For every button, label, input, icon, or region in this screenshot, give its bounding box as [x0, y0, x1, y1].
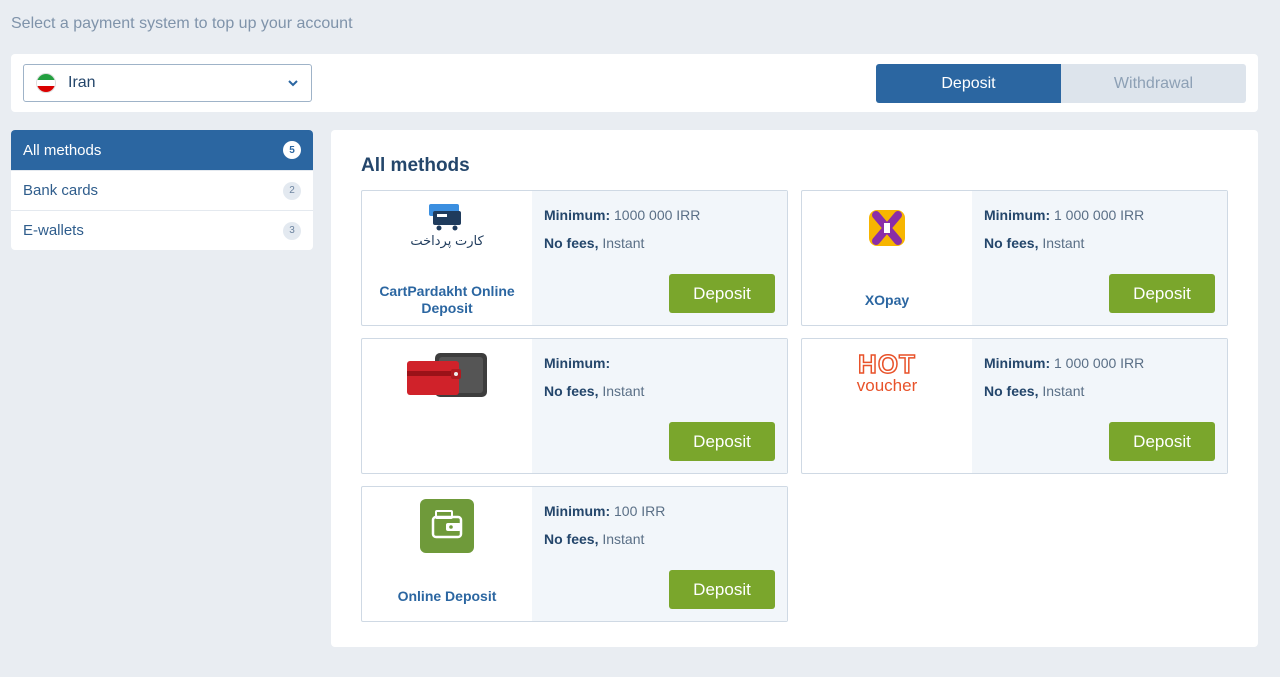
cartpardakht-logo-text: کارت پرداخت [410, 233, 484, 248]
minimum-value: 1000 000 IRR [610, 207, 701, 223]
sidebar-item-bank-cards[interactable]: Bank cards 2 [11, 170, 313, 210]
sidebar-item-e-wallets[interactable]: E-wallets 3 [11, 210, 313, 250]
payment-card-hot-voucher[interactable]: HOT voucher Minimum: 1 000 000 IRR No fe… [801, 338, 1228, 474]
fees-line: No fees, Instant [984, 235, 1227, 251]
hot-voucher-logo-top: HOT [857, 349, 916, 379]
fees-label: No fees, [544, 531, 599, 547]
fees-label: No fees, [984, 383, 1039, 399]
fees-label: No fees, [544, 383, 599, 399]
fees-line: No fees, Instant [544, 235, 787, 251]
hot-voucher-logo-bottom: voucher [856, 376, 918, 395]
fees-line: No fees, Instant [544, 383, 787, 399]
minimum-line: Minimum: [544, 355, 787, 371]
speed-value: Instant [598, 531, 645, 547]
method-name: Online Deposit [397, 588, 497, 604]
hot-voucher-logo: HOT voucher [802, 349, 972, 395]
xopay-logo [802, 207, 972, 249]
card-wallet-logo [362, 349, 532, 405]
minimum-line: Minimum: 100 IRR [544, 503, 787, 519]
deposit-button[interactable]: Deposit [669, 422, 775, 461]
minimum-line: Minimum: 1000 000 IRR [544, 207, 787, 223]
sidebar-item-all-methods[interactable]: All methods 5 [11, 130, 313, 170]
withdrawal-tab[interactable]: Withdrawal [1061, 64, 1246, 103]
minimum-value: 1 000 000 IRR [1050, 207, 1145, 223]
count-badge: 5 [283, 141, 301, 159]
payment-card-cartpardakht[interactable]: کارت پرداخت CartPardakht Online Deposit … [361, 190, 788, 326]
minimum-line: Minimum: 1 000 000 IRR [984, 207, 1227, 223]
sidebar-item-label: Bank cards [23, 182, 99, 199]
count-badge: 2 [283, 181, 301, 200]
speed-value: Instant [1038, 235, 1085, 251]
method-sidebar: All methods 5 Bank cards 2 E-wallets 3 [11, 130, 313, 250]
sidebar-item-label: All methods [23, 141, 102, 159]
payment-card-xopay[interactable]: XOpay Minimum: 1 000 000 IRR No fees, In… [801, 190, 1228, 326]
minimum-value: 1 000 000 IRR [1050, 355, 1145, 371]
iran-flag-icon [36, 73, 56, 93]
minimum-label: Minimum: [544, 503, 611, 519]
minimum-value: 100 IRR [610, 503, 666, 519]
mode-toggle: Deposit Withdrawal [876, 64, 1246, 103]
methods-panel: All methods کارت پرداخت CartPardakht Onl… [331, 130, 1258, 647]
count-badge: 3 [283, 221, 301, 240]
fees-label: No fees, [544, 235, 599, 251]
method-name: XOpay [864, 292, 910, 308]
page-subtitle: Select a payment system to top up your a… [11, 15, 353, 32]
speed-value: Instant [1038, 383, 1085, 399]
fees-line: No fees, Instant [544, 531, 787, 547]
payment-card-card-wallet[interactable]: Minimum: No fees, Instant Deposit [361, 338, 788, 474]
country-name: Iran [68, 74, 96, 91]
fees-line: No fees, Instant [984, 383, 1227, 399]
payment-card-online-deposit[interactable]: Online Deposit Minimum: 100 IRR No fees,… [361, 486, 788, 622]
method-name: CartPardakht Online Deposit [379, 283, 515, 316]
speed-value: Instant [598, 383, 645, 399]
online-deposit-logo [362, 499, 532, 553]
country-select[interactable]: Iran [23, 64, 312, 102]
deposit-tab[interactable]: Deposit [876, 64, 1061, 103]
sidebar-item-label: E-wallets [23, 222, 84, 239]
minimum-label: Minimum: [984, 355, 1051, 371]
speed-value: Instant [598, 235, 645, 251]
minimum-line: Minimum: 1 000 000 IRR [984, 355, 1227, 371]
top-bar: Iran Deposit Withdrawal [11, 54, 1258, 112]
deposit-button[interactable]: Deposit [1109, 274, 1215, 313]
deposit-button[interactable]: Deposit [1109, 422, 1215, 461]
deposit-button[interactable]: Deposit [669, 274, 775, 313]
minimum-label: Minimum: [984, 207, 1051, 223]
fees-label: No fees, [984, 235, 1039, 251]
minimum-label: Minimum: [544, 355, 611, 371]
cartpardakht-logo: کارت پرداخت [362, 201, 532, 249]
panel-title: All methods [361, 155, 470, 176]
chevron-down-icon [288, 80, 298, 87]
deposit-button[interactable]: Deposit [669, 570, 775, 609]
minimum-label: Minimum: [544, 207, 611, 223]
